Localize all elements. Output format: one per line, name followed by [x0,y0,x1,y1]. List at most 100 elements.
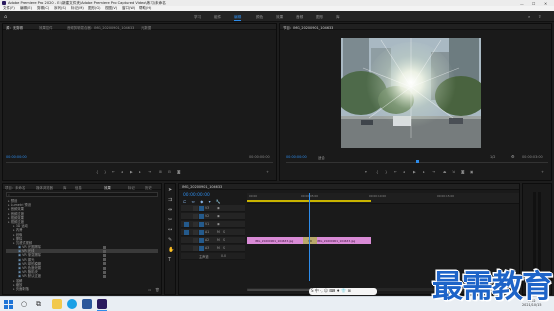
tab-project[interactable]: 项目：未命名 [5,185,25,190]
workspace-graphics[interactable]: 图形 [316,15,323,20]
source-timecode[interactable]: 00:00:00:00 [6,155,27,159]
workspace-learn[interactable]: 学习 [194,15,201,20]
timeline-tool-icons[interactable]: ⊏ ⇔ ◆ ▾ 🔧 [183,199,223,204]
search-icon[interactable]: ⌕ [528,14,530,19]
track-lock-icon[interactable] [193,238,198,243]
windows-start-icon[interactable] [4,299,13,309]
source-patch-v1[interactable] [184,222,189,227]
tab-program[interactable]: 节目：IMG_20200901_104633 [283,25,333,30]
hand-tool-icon[interactable]: ✋ [168,247,174,253]
step-back-icon[interactable]: ◂ [403,170,405,174]
track-lock-icon[interactable] [193,214,198,219]
workspace-editing[interactable]: 编辑 [234,15,242,21]
edge-browser-icon[interactable] [67,299,77,309]
step-forward-icon[interactable]: ▸ [423,170,425,174]
lift-icon[interactable]: ⏏ [443,170,446,174]
maximize-button[interactable]: ☐ [532,1,535,6]
track-target[interactable] [199,222,204,227]
fit-dropdown[interactable]: 适合 [318,155,325,160]
solo-button[interactable]: S [223,230,225,234]
master-volume[interactable]: 0.0 [221,254,226,258]
tab-libraries[interactable]: 库 [63,185,66,190]
workspace-libraries[interactable]: 库 [336,15,340,20]
resolution-dropdown[interactable]: 1/2 [490,155,495,159]
home-icon[interactable]: ⌂ [4,14,7,20]
track-target[interactable] [199,206,204,211]
track-select-tool-icon[interactable]: ⇉ [168,197,172,203]
video-clip[interactable]: IMG_20200901_104633.jpg [309,237,371,244]
add-button-icon[interactable]: + [541,170,544,174]
comparison-view-icon[interactable]: ▣ [470,170,473,174]
eye-icon[interactable]: ◉ [217,206,220,210]
minimize-button[interactable]: — [520,1,524,6]
insert-icon[interactable]: ⊞ [159,170,162,174]
task-view-icon[interactable]: ⧉ [36,300,41,309]
ripple-edit-tool-icon[interactable]: ⇹ [168,207,172,213]
quick-export-icon[interactable]: ⇪ [538,14,541,19]
mark-in-icon[interactable]: { [96,170,98,174]
new-bin-icon[interactable]: ▭ [148,288,151,292]
pen-tool-icon[interactable]: ✎ [168,237,172,243]
go-to-out-icon[interactable]: ⇥ [148,170,151,174]
source-patch-a1[interactable] [184,230,189,235]
program-playhead[interactable] [416,160,419,163]
mute-button[interactable]: M [217,246,220,250]
tab-audio-clip-mixer[interactable]: 音频剪辑混合器：IMG_20200901_104633 [67,25,134,30]
tab-sequence[interactable]: IMG_20200901_104633 [182,185,222,189]
track-lock-icon[interactable] [193,246,198,251]
workspace-color[interactable]: 颜色 [256,15,263,20]
track-target[interactable] [199,230,204,235]
program-timecode[interactable]: 00:00:00:00 [286,155,307,159]
timeline-ruler[interactable]: 00:00 00:00:05:00 00:00:10:00 00:00:15:0… [247,193,519,204]
mark-out-icon[interactable]: } [385,170,387,174]
tab-markers[interactable]: 标记 [128,185,135,190]
close-button[interactable]: ✕ [544,1,547,6]
ime-toolbar[interactable]: S 中 ·, ☺ ⌨ ♦ 👕 ⊞ [309,288,377,295]
extract-icon[interactable]: ⇲ [452,170,455,174]
tree-item[interactable]: ▸ 页面剥落 [6,287,158,291]
track-target[interactable] [199,214,204,219]
wrench-icon[interactable]: ⚙ [511,154,515,159]
step-forward-icon[interactable]: ▸ [139,170,141,174]
step-back-icon[interactable]: ◂ [121,170,123,174]
mute-button[interactable]: M [217,238,220,242]
go-to-out-icon[interactable]: ⇥ [432,170,435,174]
premiere-taskbar-icon[interactable] [97,299,107,309]
source-scrubber[interactable] [6,162,273,163]
track-lock-icon[interactable] [193,230,198,235]
export-frame-icon[interactable]: ◙ [461,170,465,174]
timeline-timecode[interactable]: 00:00:00:00 [183,193,210,198]
search-icon[interactable]: ○ [21,300,27,308]
razor-tool-icon[interactable]: ✂ [168,217,172,223]
tab-effects[interactable]: 效果 [104,185,111,190]
timeline-playhead[interactable] [309,193,310,281]
tab-metadata[interactable]: 元数据 [141,25,151,30]
tab-effect-controls[interactable]: 效果控件 [39,25,53,30]
track-target[interactable] [199,246,204,251]
export-frame-icon[interactable]: ◙ [177,170,181,174]
mark-in-icon[interactable]: { [376,170,378,174]
word-icon[interactable] [82,299,92,309]
mute-button[interactable]: M [217,230,220,234]
track-lock-icon[interactable] [193,222,198,227]
go-to-in-icon[interactable]: ⇤ [112,170,115,174]
eye-icon[interactable]: ◉ [217,214,220,218]
effects-search-input[interactable]: ⌕ [6,192,158,197]
file-explorer-icon[interactable] [52,299,62,309]
video-clip[interactable]: IMG_20200901_104633.jpg [247,237,309,244]
add-marker-icon[interactable]: ▾ [365,170,367,174]
solo-button[interactable]: S [223,238,225,242]
mark-out-icon[interactable]: } [104,170,106,174]
tab-media-browser[interactable]: 媒体浏览器 [36,185,53,190]
delete-icon[interactable]: 🗑 [155,288,160,292]
tab-info[interactable]: 信息 [75,185,82,190]
track-lock-icon[interactable] [193,206,198,211]
eye-icon[interactable]: ◉ [217,222,220,226]
slip-tool-icon[interactable]: ↔ [168,227,172,233]
workspace-audio[interactable]: 音频 [296,15,303,20]
selection-tool-icon[interactable]: ➤ [168,187,172,193]
add-button-icon[interactable]: + [266,170,269,174]
play-icon[interactable]: ▶ [413,170,416,174]
vr-light-rays-transition[interactable]: VR [303,237,317,244]
overwrite-icon[interactable]: ⊟ [168,170,171,174]
